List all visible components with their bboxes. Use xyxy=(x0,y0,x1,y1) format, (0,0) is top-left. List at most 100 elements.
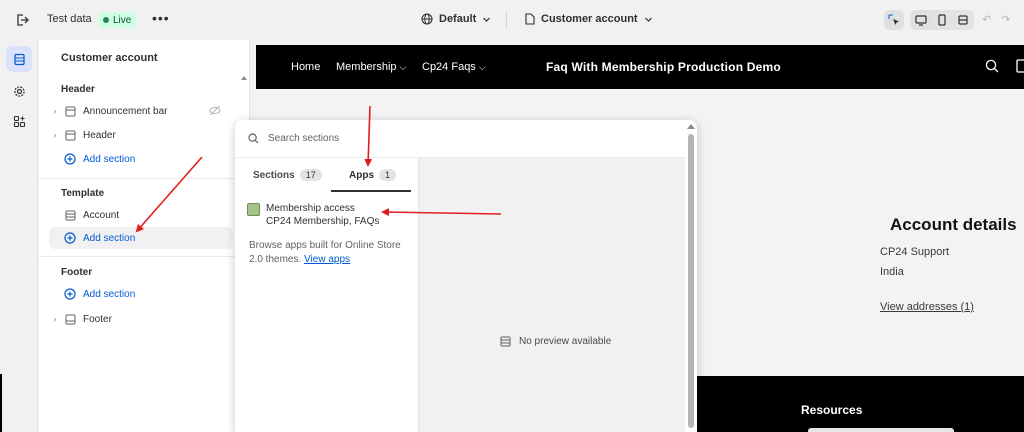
tab-label: Sections xyxy=(253,169,295,181)
footer-heading: Resources xyxy=(801,403,863,417)
exit-icon[interactable] xyxy=(14,12,30,28)
fullwidth-view-button[interactable] xyxy=(953,10,973,30)
search-input[interactable] xyxy=(268,133,568,144)
scroll-up-arrow-icon[interactable] xyxy=(687,124,695,129)
section-block-icon xyxy=(63,208,77,222)
store-name: Test data xyxy=(47,13,92,25)
hidden-eye-icon[interactable] xyxy=(209,105,221,119)
app-block-membership-access[interactable]: Membership access CP24 Membership, FAQs xyxy=(247,202,417,228)
sidebar-item-account[interactable]: Account xyxy=(49,204,233,226)
live-dot-icon xyxy=(103,17,109,23)
sections-icon xyxy=(13,53,25,65)
device-toggle-group xyxy=(910,10,974,30)
mobile-view-button[interactable] xyxy=(932,10,952,30)
search-icon xyxy=(248,133,259,144)
tab-count: 17 xyxy=(299,169,322,181)
chevron-down-icon: ⌵ xyxy=(399,62,407,72)
add-section-popover: Sections 17 Apps 1 Membership access CP2… xyxy=(235,120,697,432)
sidebar-title: Customer account xyxy=(61,52,158,64)
view-addresses-link[interactable]: View addresses (1) xyxy=(880,301,974,313)
sidebar-item-announcement-bar[interactable]: › Announcement bar xyxy=(49,100,233,122)
fullwidth-icon xyxy=(958,15,968,25)
nav-link-faqs[interactable]: Cp24 Faqs ⌵ xyxy=(422,61,486,73)
nav-link-home[interactable]: Home xyxy=(291,61,320,73)
page-selector[interactable]: Customer account xyxy=(524,13,653,25)
globe-icon xyxy=(421,13,433,25)
chevron-right-icon[interactable]: › xyxy=(49,106,61,116)
app-blocks-icon xyxy=(13,115,25,127)
section-sidebar: Customer account Header › Announcement b… xyxy=(39,40,250,432)
section-preview-pane: No preview available xyxy=(419,158,685,432)
theme-selector[interactable]: Default xyxy=(421,13,491,25)
footer-input[interactable] xyxy=(808,428,954,432)
search-icon[interactable] xyxy=(985,59,999,73)
sidebar-item-header[interactable]: › Header xyxy=(49,124,233,146)
app-block-subtitle: CP24 Membership, FAQs xyxy=(266,216,380,227)
sidebar-item-label: Announcement bar xyxy=(83,105,168,117)
plus-circle-icon xyxy=(63,152,77,166)
account-country: India xyxy=(880,266,904,278)
sections-rail-button[interactable] xyxy=(6,46,32,72)
store-footer: Resources xyxy=(697,376,1024,432)
plus-circle-icon xyxy=(63,231,77,245)
nav-link-membership[interactable]: Membership ⌵ xyxy=(336,61,406,73)
account-icon[interactable] xyxy=(1016,59,1024,73)
redo-icon[interactable]: ↷ xyxy=(1001,13,1010,26)
browse-apps-text: Browse apps built for Online Store 2.0 t… xyxy=(249,239,417,267)
scroll-thumb[interactable] xyxy=(688,134,694,428)
account-name: CP24 Support xyxy=(880,246,950,258)
more-actions-button[interactable]: ••• xyxy=(152,10,170,26)
section-preview-icon xyxy=(500,336,511,347)
view-apps-link[interactable]: View apps xyxy=(304,254,350,265)
sidebar-item-label: Footer xyxy=(83,313,112,325)
sidebar-item-label: Account xyxy=(83,209,120,221)
cursor-select-icon xyxy=(888,14,899,25)
tab-sections[interactable]: Sections 17 xyxy=(253,158,322,192)
store-brand[interactable]: Faq With Membership Production Demo xyxy=(546,60,781,74)
mobile-icon xyxy=(938,14,946,26)
theme-label: Default xyxy=(439,13,477,25)
no-preview-label: No preview available xyxy=(519,336,612,347)
desktop-view-button[interactable] xyxy=(911,10,931,30)
apps-rail-button[interactable] xyxy=(6,108,32,134)
footer-group-heading: Footer xyxy=(61,267,93,278)
store-header: Home Membership ⌵ Cp24 Faqs ⌵ Faq With M… xyxy=(256,45,1024,89)
template-group-heading: Template xyxy=(61,188,105,199)
sidebar-divider xyxy=(39,178,250,179)
editor-topbar: Test data Live ••• Default Customer acco… xyxy=(0,0,1024,40)
footer-add-section-button[interactable]: Add section xyxy=(49,283,233,305)
live-badge: Live xyxy=(98,12,138,28)
page-icon xyxy=(525,13,535,25)
add-section-label: Add section xyxy=(83,232,136,244)
sidebar-item-footer[interactable]: › Footer xyxy=(49,308,233,330)
theme-settings-rail-button[interactable] xyxy=(6,78,32,104)
add-section-label: Add section xyxy=(83,153,136,165)
live-label: Live xyxy=(113,14,132,26)
page-label: Customer account xyxy=(541,13,638,25)
desktop-icon xyxy=(915,15,927,26)
section-block-icon xyxy=(63,104,77,118)
popover-scrollbar[interactable] xyxy=(687,124,695,428)
tab-apps[interactable]: Apps 1 xyxy=(331,158,411,192)
tab-count: 1 xyxy=(379,169,397,181)
chevron-down-icon xyxy=(644,17,652,22)
preview-tools xyxy=(884,10,974,30)
inspector-toggle-button[interactable] xyxy=(884,10,904,30)
chevron-down-icon xyxy=(483,17,491,22)
chevron-right-icon[interactable]: › xyxy=(49,130,61,140)
window-edge xyxy=(0,374,2,432)
app-block-name: Membership access xyxy=(266,203,355,214)
undo-icon[interactable]: ↶ xyxy=(982,13,991,26)
account-details-heading: Account details xyxy=(890,215,1017,234)
active-tab-underline xyxy=(331,190,411,192)
history-controls: ↶ ↷ xyxy=(982,13,1014,26)
add-section-label: Add section xyxy=(83,288,136,300)
sidebar-divider xyxy=(39,256,250,257)
section-block-icon xyxy=(63,128,77,142)
no-preview-message: No preview available xyxy=(500,336,611,347)
chevron-right-icon[interactable]: › xyxy=(49,314,61,324)
gear-icon xyxy=(13,85,25,97)
topbar-divider xyxy=(506,12,507,28)
header-add-section-button[interactable]: Add section xyxy=(49,148,233,170)
template-add-section-button[interactable]: Add section xyxy=(49,227,233,249)
